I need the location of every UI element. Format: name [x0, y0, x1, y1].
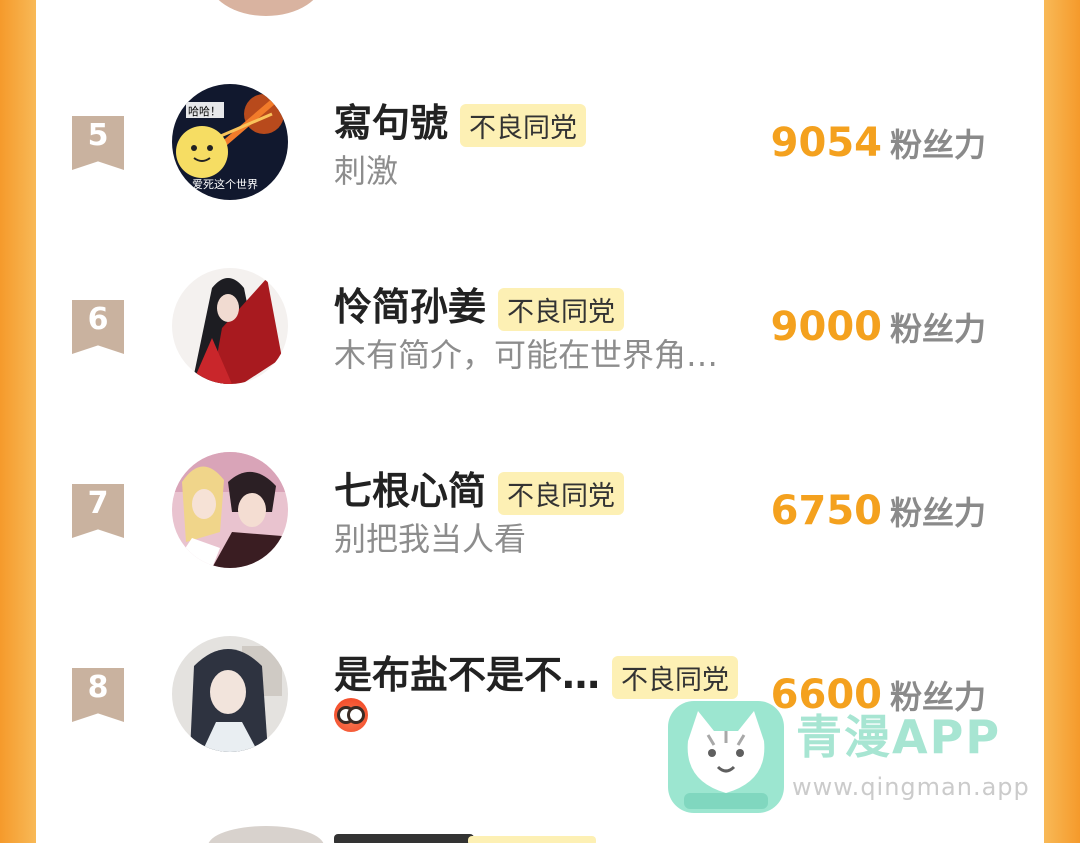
user-name-text[interactable]: 七根心简: [334, 469, 486, 513]
user-bio: 刺激: [334, 152, 399, 190]
user-bio: 别把我当人看: [334, 520, 527, 558]
ranking-row-7[interactable]: 7 七根心简 不良同党 别把我当人看 6750 粉丝力: [36, 452, 1044, 602]
score-value: 9000: [770, 304, 882, 350]
next-row-badge-partial: [468, 836, 596, 843]
user-name[interactable]: 寫句號 不良同党: [334, 92, 587, 147]
user-name[interactable]: 七根心简 不良同党: [334, 460, 625, 515]
fan-power-score: 6750 粉丝力: [771, 488, 986, 534]
user-bio: [334, 698, 368, 740]
score-value: 9054: [770, 120, 882, 166]
score-unit: 粉丝力: [889, 126, 986, 164]
user-name-text[interactable]: 是布盐不是不…: [334, 653, 600, 697]
user-name-text[interactable]: 怜简孙姜: [334, 285, 486, 329]
user-name-text[interactable]: 寫句號: [334, 101, 448, 145]
avatar[interactable]: 哈哈！ 爱死这个世界: [172, 84, 288, 200]
avatar-text-top: 哈哈！: [188, 105, 221, 118]
cat-logo-icon: [668, 701, 784, 813]
watermark-url: www.qingman.app: [792, 773, 1030, 801]
avatar[interactable]: [172, 268, 288, 384]
app-watermark: 青漫APP www.qingman.app: [668, 697, 1048, 817]
score-value: 6750: [770, 488, 882, 534]
user-bio: 木有简介，可能在世界角…: [334, 336, 719, 374]
next-row-name-partial: [334, 834, 474, 843]
emoji-face-icon: [334, 698, 368, 732]
group-badge: 不良同党: [612, 656, 739, 699]
fan-power-score: 9000 粉丝力: [771, 304, 986, 350]
avatar[interactable]: [172, 636, 288, 752]
watermark-title: 青漫APP: [796, 710, 1002, 764]
score-unit: 粉丝力: [889, 310, 986, 348]
rank-badge: 7: [72, 484, 124, 538]
left-frame-border: [0, 0, 36, 843]
user-name[interactable]: 怜简孙姜 不良同党: [334, 276, 625, 331]
rank-badge: 8: [72, 668, 124, 722]
avatar-text-bottom: 爱死这个世界: [192, 177, 258, 191]
rank-badge: 6: [72, 300, 124, 354]
right-frame-border: [1044, 0, 1080, 843]
rank-badge: 5: [72, 116, 124, 170]
group-badge: 不良同党: [460, 104, 587, 147]
group-badge: 不良同党: [498, 472, 625, 515]
score-unit: 粉丝力: [889, 494, 986, 532]
user-name[interactable]: 是布盐不是不… 不良同党: [334, 644, 739, 699]
avatar[interactable]: [172, 452, 288, 568]
group-badge: 不良同党: [498, 288, 625, 331]
ranking-row-5[interactable]: 5 哈哈！ 爱死这个世界 寫句號 不良同党 刺激 9054 粉丝力: [36, 84, 1044, 234]
ranking-row-6[interactable]: 6 怜简孙姜 不良同党 木有简介，可能在世界角… 9000 粉丝力: [36, 268, 1044, 418]
previous-row-avatar: [208, 0, 324, 16]
fan-power-score: 9054 粉丝力: [771, 120, 986, 166]
next-row-avatar: [208, 826, 324, 843]
